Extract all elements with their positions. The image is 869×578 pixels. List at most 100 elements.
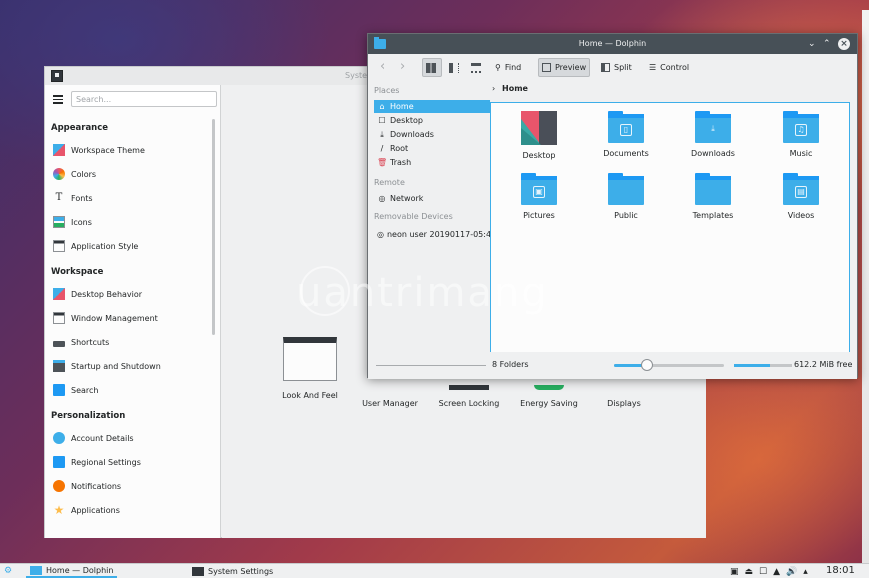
dolphin-titlebar[interactable]: Home — Dolphin ⌄ ⌃ ×	[368, 34, 857, 54]
sidebar-item-regional-settings[interactable]: Regional Settings	[53, 453, 211, 471]
zoom-slider[interactable]	[614, 359, 724, 371]
sidebar-item-label: Shortcuts	[71, 337, 110, 347]
maximize-icon[interactable]: ⌃	[823, 38, 831, 50]
folder-label: Templates	[692, 211, 734, 220]
energy-saving-icon	[534, 385, 564, 390]
module-user-manager[interactable]: User Manager	[355, 399, 425, 408]
folder-item-documents[interactable]: ▯ Documents	[586, 111, 666, 158]
clock[interactable]: 18:01	[826, 565, 855, 576]
place-network[interactable]: ◎ Network	[374, 192, 490, 205]
icons-view-button[interactable]	[422, 58, 442, 77]
place-desktop[interactable]: ☐ Desktop	[374, 114, 490, 127]
sidebar-item-search[interactable]: Search	[53, 381, 211, 399]
sidebar-item-desktop-behavior[interactable]: Desktop Behavior	[53, 285, 211, 303]
folder-item-desktop[interactable]: Desktop	[499, 111, 579, 160]
system-settings-app-icon[interactable]	[51, 70, 63, 82]
place-trash[interactable]: 🗑 Trash	[374, 156, 490, 169]
place-label: neon user 20190117-05:4	[386, 230, 490, 239]
module-screen-locking[interactable]: Screen Locking	[432, 385, 506, 408]
colors-icon	[53, 168, 65, 180]
module-displays[interactable]: Displays	[594, 399, 654, 408]
settings-sidebar: Appearance Workspace Theme Colors T Font…	[45, 85, 221, 538]
expand-tray-icon[interactable]: ▴	[803, 567, 808, 577]
close-icon[interactable]: ×	[838, 38, 850, 50]
sidebar-scrollbar[interactable]	[212, 119, 215, 335]
place-root[interactable]: / Root	[374, 142, 490, 155]
sidebar-item-shortcuts[interactable]: Shortcuts	[53, 333, 211, 351]
root-icon: /	[380, 144, 384, 153]
forward-arrow-icon[interactable]: ›	[400, 60, 405, 74]
sidebar-item-fonts[interactable]: T Fonts	[53, 189, 211, 207]
lock-icon[interactable]: ▲	[773, 567, 780, 577]
settings-search-input[interactable]	[72, 92, 216, 106]
folder-label: Music	[789, 149, 813, 158]
look-and-feel-icon	[283, 337, 337, 381]
videos-folder-icon: ▤	[783, 173, 819, 205]
sidebar-item-icons[interactable]: Icons	[53, 213, 211, 231]
module-label: Energy Saving	[520, 399, 578, 408]
sidebar-item-label: Regional Settings	[71, 457, 141, 467]
section-workspace: Workspace	[51, 267, 104, 277]
module-label: Look And Feel	[282, 391, 338, 400]
settings-search-field[interactable]	[71, 91, 217, 107]
home-icon: ⌂	[379, 102, 385, 111]
module-label: Displays	[607, 399, 641, 408]
sidebar-item-application-style[interactable]: Application Style	[53, 237, 211, 255]
module-energy-saving[interactable]: Energy Saving	[512, 385, 586, 408]
application-launcher-icon[interactable]: ⚙	[4, 566, 16, 577]
sidebar-item-label: Account Details	[71, 433, 134, 443]
sidebar-item-startup-shutdown[interactable]: Startup and Shutdown	[53, 357, 211, 375]
sidebar-item-label: Colors	[71, 169, 97, 179]
folder-item-templates[interactable]: Templates	[673, 173, 753, 220]
folder-item-downloads[interactable]: ⤓ Downloads	[673, 111, 753, 158]
task-dolphin[interactable]: Home — Dolphin	[26, 565, 118, 578]
desktop-folder-icon	[521, 111, 557, 145]
sidebar-item-window-management[interactable]: Window Management	[53, 309, 211, 327]
sidebar-item-label: Startup and Shutdown	[71, 361, 161, 371]
folder-item-music[interactable]: ♫ Music	[761, 111, 841, 158]
folder-item-pictures[interactable]: ▣ Pictures	[499, 173, 579, 220]
shortcuts-icon	[53, 340, 65, 347]
preview-button[interactable]: Preview	[538, 58, 591, 77]
sidebar-item-account-details[interactable]: Account Details	[53, 429, 211, 447]
folder-view[interactable]: Desktop ▯ Documents ⤓ Downloads ♫ Music …	[490, 102, 850, 354]
display-icon[interactable]: ☐	[759, 567, 767, 577]
place-device[interactable]: ◎ neon user 20190117-05:4	[374, 228, 490, 241]
minimize-icon[interactable]: ⌄	[808, 38, 816, 50]
desktop-icon: ☐	[378, 116, 386, 125]
compact-view-button[interactable]	[446, 58, 464, 77]
task-system-settings[interactable]: System Settings	[188, 565, 277, 578]
clipboard-icon[interactable]: ▣	[730, 567, 739, 577]
system-tray: ▣ ⏏ ☐ ▲ 🔊 ▴	[730, 565, 808, 578]
folder-item-videos[interactable]: ▤ Videos	[761, 173, 841, 220]
folder-item-public[interactable]: Public	[586, 173, 666, 220]
background-window-edge	[862, 10, 869, 563]
breadcrumb[interactable]: › Home	[492, 84, 528, 93]
place-label: Trash	[390, 158, 412, 167]
sidebar-item-label: Workspace Theme	[71, 145, 145, 155]
device-notifier-icon[interactable]: ⏏	[745, 567, 754, 577]
sidebar-item-colors[interactable]: Colors	[53, 165, 211, 183]
sidebar-item-applications[interactable]: ★ Applications	[53, 501, 211, 519]
volume-icon[interactable]: 🔊	[786, 567, 797, 577]
place-home[interactable]: ⌂ Home	[374, 100, 490, 113]
sidebar-item-workspace-theme[interactable]: Workspace Theme	[53, 141, 211, 159]
watermark-text: uantrimang	[296, 270, 549, 316]
sidebar-item-notifications[interactable]: Notifications	[53, 477, 211, 495]
module-label: Screen Locking	[438, 399, 500, 408]
taskbar: ⚙ Home — Dolphin System Settings ▣ ⏏ ☐ ▲…	[0, 563, 869, 578]
dolphin-title: Home — Dolphin	[578, 39, 647, 48]
zoom-slider-handle[interactable]	[641, 359, 653, 371]
details-view-button[interactable]	[468, 58, 486, 77]
regional-settings-icon	[53, 456, 65, 468]
find-button[interactable]: ⚲ Find	[492, 58, 524, 77]
breadcrumb-home[interactable]: Home	[502, 84, 528, 93]
back-arrow-icon[interactable]: ‹	[380, 60, 385, 74]
split-button[interactable]: Split	[598, 58, 635, 77]
folder-label: Desktop	[522, 151, 556, 160]
place-downloads[interactable]: ⤓ Downloads	[374, 128, 490, 141]
control-button[interactable]: ☰ Control	[646, 58, 692, 77]
hamburger-menu-icon[interactable]	[53, 95, 63, 104]
module-look-and-feel[interactable]: Look And Feel	[280, 337, 340, 400]
place-label: Desktop	[390, 116, 423, 125]
